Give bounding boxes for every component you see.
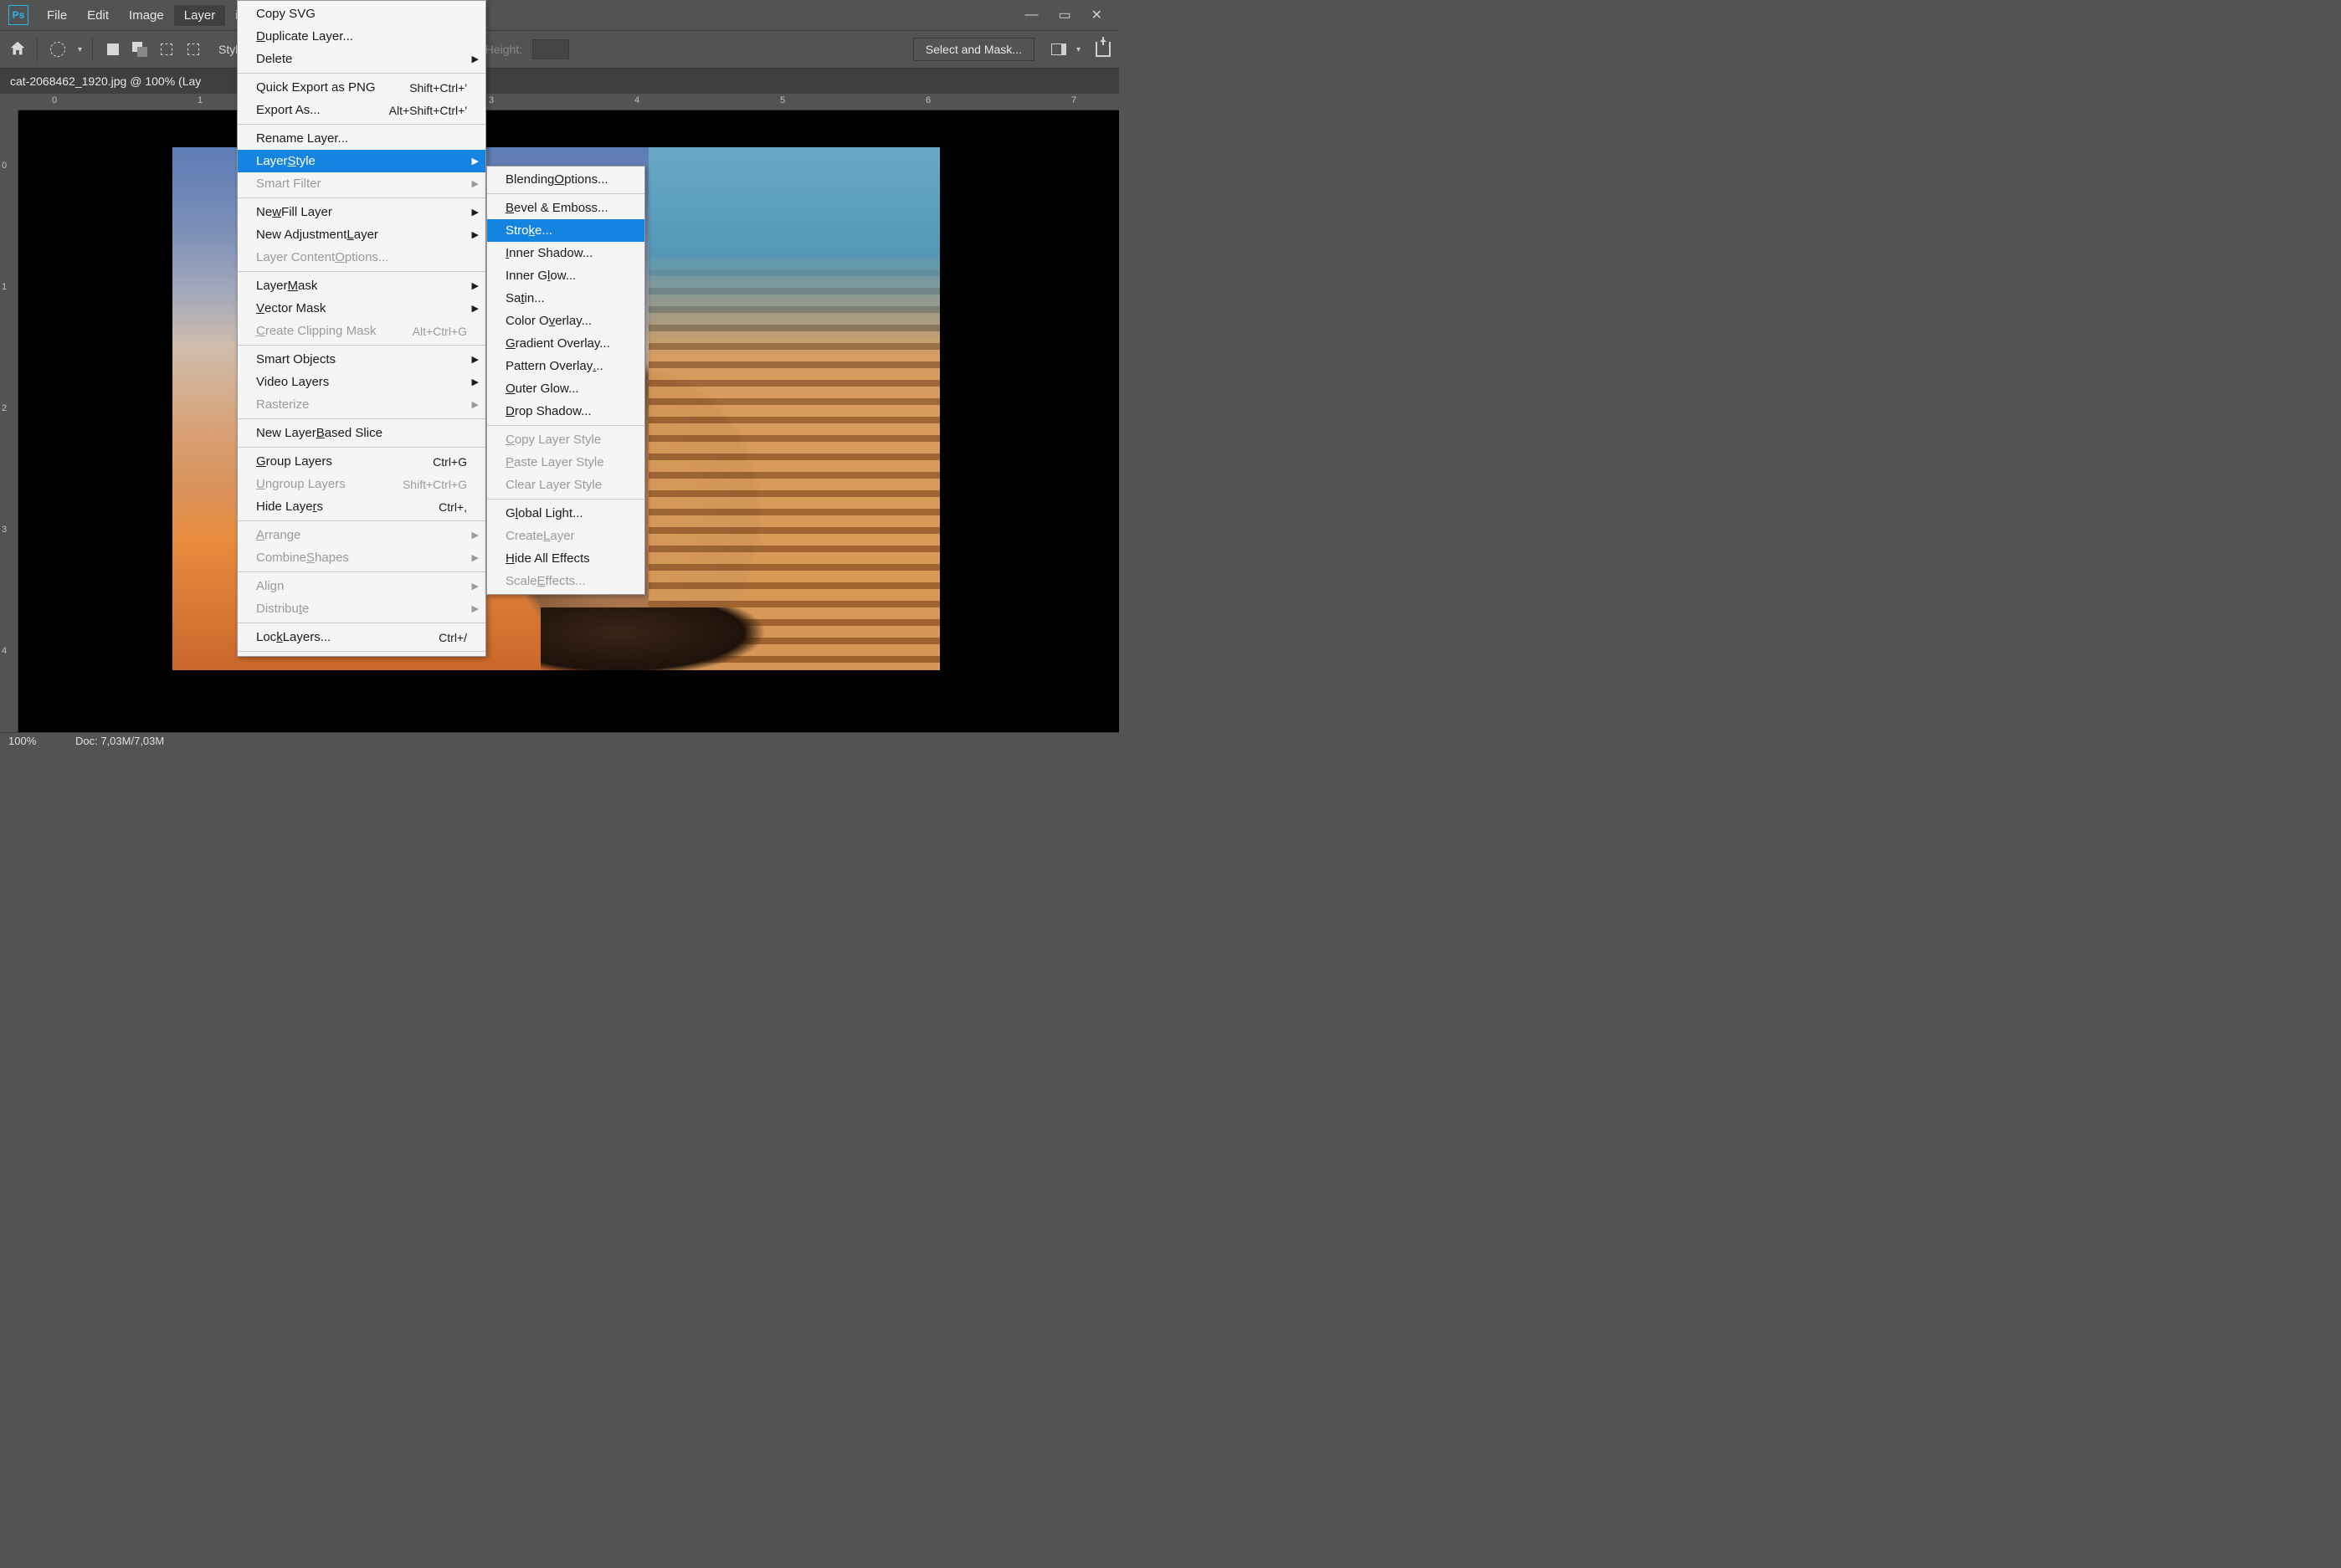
layer-menu-quick-export-as-png[interactable]: Quick Export as PNGShift+Ctrl+' bbox=[238, 76, 485, 99]
subtract-selection-icon[interactable] bbox=[157, 39, 177, 59]
layer-menu: Copy SVGDuplicate Layer...Delete▶ Quick E… bbox=[237, 0, 486, 657]
layer-menu-smart-filter: Smart Filter▶ bbox=[238, 172, 485, 195]
submenu-arrow-icon: ▶ bbox=[472, 377, 479, 387]
layer-menu-group-layers[interactable]: Group LayersCtrl+G bbox=[238, 450, 485, 473]
layer-menu-create-clipping-mask: Create Clipping MaskAlt+Ctrl+G bbox=[238, 320, 485, 342]
layer-menu-align: Align▶ bbox=[238, 575, 485, 597]
zoom-level[interactable]: 100% bbox=[8, 735, 75, 747]
style-menu-inner-shadow[interactable]: Inner Shadow... bbox=[487, 242, 644, 264]
layer-menu-hide-layers[interactable]: Hide LayersCtrl+, bbox=[238, 495, 485, 518]
doc-size: Doc: 7,03M/7,03M bbox=[75, 735, 164, 747]
maximize-button[interactable]: ▭ bbox=[1058, 7, 1070, 23]
layer-menu-new-layer-based-slice[interactable]: New Layer Based Slice bbox=[238, 422, 485, 444]
submenu-arrow-icon: ▶ bbox=[472, 303, 479, 314]
close-button[interactable]: ✕ bbox=[1091, 7, 1102, 23]
minimize-button[interactable]: — bbox=[1024, 8, 1038, 23]
submenu-arrow-icon: ▶ bbox=[472, 354, 479, 365]
menu-layer[interactable]: Layer bbox=[174, 5, 226, 26]
style-menu-global-light[interactable]: Global Light... bbox=[487, 502, 644, 525]
style-menu-bevel-emboss[interactable]: Bevel & Emboss... bbox=[487, 197, 644, 219]
layer-menu-combine-shapes: Combine Shapes▶ bbox=[238, 546, 485, 569]
panel-toggle-icon[interactable] bbox=[1051, 44, 1066, 55]
height-input[interactable] bbox=[532, 39, 569, 59]
style-menu-create-layer: Create Layer bbox=[487, 525, 644, 547]
submenu-arrow-icon: ▶ bbox=[472, 399, 479, 410]
layer-menu-smart-objects[interactable]: Smart Objects▶ bbox=[238, 348, 485, 371]
layer-menu-rasterize: Rasterize▶ bbox=[238, 393, 485, 416]
style-menu-outer-glow[interactable]: Outer Glow... bbox=[487, 377, 644, 400]
style-menu-stroke[interactable]: Stroke... bbox=[487, 219, 644, 242]
style-menu-clear-layer-style: Clear Layer Style bbox=[487, 474, 644, 496]
select-and-mask-button[interactable]: Select and Mask... bbox=[913, 38, 1034, 61]
ruler-horizontal: 01234567 bbox=[18, 94, 1119, 110]
menubar: Ps FileEditImageLayerindowHelp — ▭ ✕ bbox=[0, 0, 1119, 30]
style-menu-copy-layer-style: Copy Layer Style bbox=[487, 428, 644, 451]
layer-menu-delete[interactable]: Delete▶ bbox=[238, 48, 485, 70]
layer-menu-new-fill-layer[interactable]: New Fill Layer▶ bbox=[238, 201, 485, 223]
layer-menu-export-as[interactable]: Export As...Alt+Shift+Ctrl+' bbox=[238, 99, 485, 121]
submenu-arrow-icon: ▶ bbox=[472, 603, 479, 614]
style-menu-satin[interactable]: Satin... bbox=[487, 287, 644, 310]
add-selection-icon[interactable] bbox=[130, 39, 150, 59]
share-icon[interactable] bbox=[1096, 42, 1111, 57]
status-bar: 100% Doc: 7,03M/7,03M bbox=[0, 732, 1119, 749]
layer-menu-rename-layer[interactable]: Rename Layer... bbox=[238, 127, 485, 150]
chevron-down-icon[interactable]: ▾ bbox=[78, 45, 82, 54]
submenu-arrow-icon: ▶ bbox=[472, 54, 479, 64]
menu-file[interactable]: File bbox=[37, 5, 77, 26]
style-menu-inner-glow[interactable]: Inner Glow... bbox=[487, 264, 644, 287]
window-controls: — ▭ ✕ bbox=[1024, 7, 1114, 23]
submenu-arrow-icon: ▶ bbox=[472, 552, 479, 563]
style-menu-scale-effects: Scale Effects... bbox=[487, 570, 644, 592]
layer-menu-arrange: Arrange▶ bbox=[238, 524, 485, 546]
options-bar: ▾ Style: Normal ▾ Width: Height: Select … bbox=[0, 30, 1119, 69]
style-menu-blending-options[interactable]: Blending Options... bbox=[487, 168, 644, 191]
layer-menu-layer-content-options: Layer Content Options... bbox=[238, 246, 485, 269]
separator bbox=[37, 37, 38, 62]
separator bbox=[92, 37, 93, 62]
layer-menu-new-adjustment-layer[interactable]: New Adjustment Layer▶ bbox=[238, 223, 485, 246]
layer-menu-vector-mask[interactable]: Vector Mask▶ bbox=[238, 297, 485, 320]
style-menu-pattern-overlay[interactable]: Pattern Overlay... bbox=[487, 355, 644, 377]
layer-style-submenu: Blending Options... Bevel & Emboss...Stro… bbox=[486, 166, 645, 595]
layer-menu-distribute: Distribute▶ bbox=[238, 597, 485, 620]
submenu-arrow-icon: ▶ bbox=[472, 207, 479, 218]
submenu-arrow-icon: ▶ bbox=[472, 229, 479, 240]
layer-menu-duplicate-layer[interactable]: Duplicate Layer... bbox=[238, 25, 485, 48]
layer-menu-ungroup-layers: Ungroup LayersShift+Ctrl+G bbox=[238, 473, 485, 495]
style-menu-color-overlay[interactable]: Color Overlay... bbox=[487, 310, 644, 332]
intersect-selection-icon[interactable] bbox=[183, 39, 203, 59]
menu-edit[interactable]: Edit bbox=[77, 5, 119, 26]
submenu-arrow-icon: ▶ bbox=[472, 530, 479, 541]
menu-image[interactable]: Image bbox=[119, 5, 174, 26]
style-menu-hide-all-effects[interactable]: Hide All Effects bbox=[487, 547, 644, 570]
ruler-vertical: 01234 bbox=[0, 110, 18, 732]
layer-menu-copy-svg[interactable]: Copy SVG bbox=[238, 3, 485, 25]
submenu-arrow-icon: ▶ bbox=[472, 581, 479, 592]
height-label: Height: bbox=[485, 43, 522, 56]
style-menu-gradient-overlay[interactable]: Gradient Overlay... bbox=[487, 332, 644, 355]
style-menu-paste-layer-style: Paste Layer Style bbox=[487, 451, 644, 474]
marquee-tool-icon[interactable] bbox=[48, 39, 68, 59]
home-icon[interactable] bbox=[8, 39, 27, 60]
style-menu-drop-shadow[interactable]: Drop Shadow... bbox=[487, 400, 644, 423]
submenu-arrow-icon: ▶ bbox=[472, 156, 479, 167]
layer-menu-layer-mask[interactable]: Layer Mask▶ bbox=[238, 274, 485, 297]
chevron-down-icon[interactable]: ▾ bbox=[1076, 45, 1081, 54]
app-logo: Ps bbox=[8, 5, 28, 25]
new-selection-icon[interactable] bbox=[103, 39, 123, 59]
layer-menu-lock-layers[interactable]: Lock Layers...Ctrl+/ bbox=[238, 626, 485, 648]
submenu-arrow-icon: ▶ bbox=[472, 178, 479, 189]
submenu-arrow-icon: ▶ bbox=[472, 280, 479, 291]
layer-menu-video-layers[interactable]: Video Layers▶ bbox=[238, 371, 485, 393]
layer-menu-layer-style[interactable]: Layer Style▶ bbox=[238, 150, 485, 172]
document-tab[interactable]: cat-2068462_1920.jpg @ 100% (Lay bbox=[0, 69, 1119, 94]
